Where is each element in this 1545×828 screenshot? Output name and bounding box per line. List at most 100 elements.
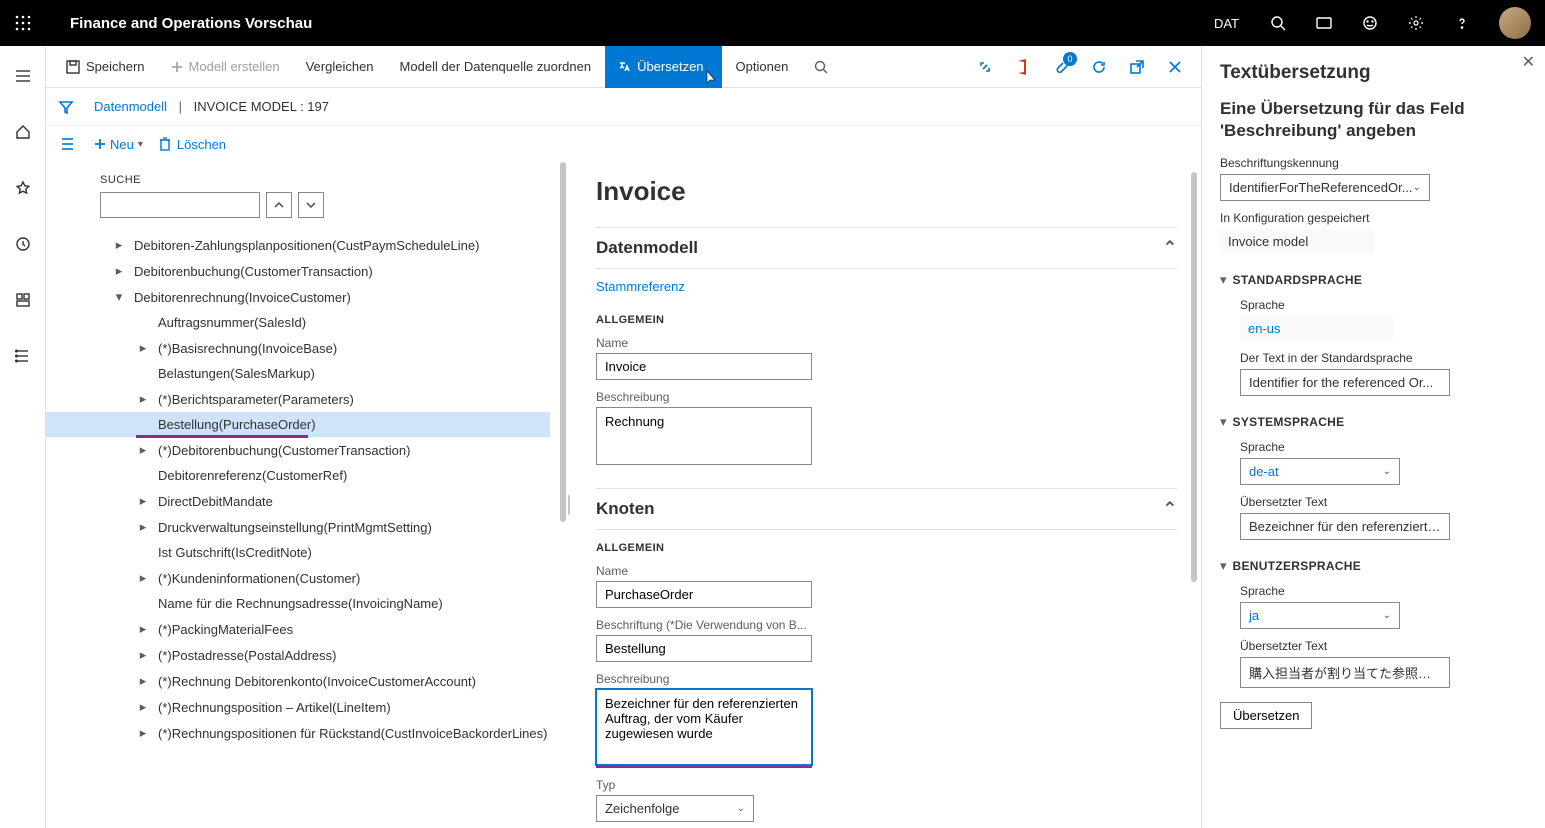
close-icon[interactable] (1157, 46, 1193, 88)
tree-item[interactable]: ▸(*)PackingMaterialFees (100, 616, 550, 642)
konfig-value: Invoice model (1220, 229, 1374, 254)
refresh-icon[interactable] (1081, 46, 1117, 88)
workspaces-icon[interactable] (0, 282, 46, 318)
tree-item-label: Ist Gutschrift(IsCreditNote) (158, 545, 312, 560)
feedback-icon[interactable] (1347, 0, 1393, 46)
hamburger-icon[interactable] (0, 58, 46, 94)
popout-icon[interactable] (1119, 46, 1155, 88)
chevron-down-icon: ⌄ (737, 803, 745, 814)
list-icon[interactable] (58, 137, 74, 151)
sys-text-input[interactable]: Bezeichner für den referenzierte... (1240, 513, 1450, 540)
tree-item[interactable]: ▾Debitorenrechnung(InvoiceCustomer) (100, 284, 550, 310)
std-lang-value[interactable]: en-us (1240, 316, 1394, 341)
translate-icon (617, 60, 631, 74)
tree-item[interactable]: ▸Druckverwaltungseinstellung(PrintMgmtSe… (100, 514, 550, 540)
close-panel-icon[interactable]: ✕ (1522, 52, 1535, 72)
options-button[interactable]: Optionen (724, 46, 801, 88)
beschreibung-input[interactable] (596, 407, 812, 465)
tree-item[interactable]: ▸Debitorenbuchung(CustomerTransaction) (100, 258, 550, 284)
create-model-button[interactable]: Modell erstellen (159, 46, 292, 88)
tree-item-label: (*)Rechnungspositionen für Rückstand(Cus… (158, 726, 547, 741)
sys-lang-select[interactable]: de-at⌄ (1240, 458, 1400, 485)
ben-lang-select[interactable]: ja⌄ (1240, 602, 1400, 629)
recent-icon[interactable] (0, 226, 46, 262)
tree-item[interactable]: ▸(*)Rechnungspositionen für Rückstand(Cu… (100, 720, 550, 746)
tree-item[interactable]: Debitorenreferenz(CustomerRef) (100, 463, 550, 488)
help-icon[interactable] (1439, 0, 1485, 46)
tree-item[interactable]: ▸DirectDebitMandate (100, 488, 550, 514)
search-input[interactable] (100, 192, 260, 218)
tree-item[interactable]: Ist Gutschrift(IsCreditNote) (100, 540, 550, 565)
tree-item[interactable]: Name für die Rechnungsadresse(InvoicingN… (100, 591, 550, 616)
tree-item[interactable]: ▸(*)Berichtsparameter(Parameters) (100, 386, 550, 412)
office-icon[interactable] (1005, 46, 1041, 88)
search-up-button[interactable] (266, 192, 292, 218)
search-down-button[interactable] (298, 192, 324, 218)
map-model-button[interactable]: Modell der Datenquelle zuordnen (388, 46, 604, 88)
chevron-up-icon: ⌃ (1163, 499, 1177, 519)
std-text-input[interactable]: Identifier for the referenced Or... (1240, 369, 1450, 396)
tree-item-label: Name für die Rechnungsadresse(InvoicingN… (158, 596, 443, 611)
knoten-name-input[interactable] (596, 581, 812, 608)
section-knoten[interactable]: Knoten ⌃ (596, 488, 1177, 530)
tree-item[interactable]: Bestellung(PurchaseOrder) (46, 412, 550, 437)
tree-item[interactable]: ▸(*)Rechnungsposition – Artikel(LineItem… (100, 694, 550, 720)
plus-icon (171, 61, 183, 73)
uebersetzen-button[interactable]: Übersetzen (1220, 702, 1312, 729)
typ-select[interactable]: Zeichenfolge⌄ (596, 795, 754, 822)
tree-caret-icon: ▸ (136, 699, 150, 715)
std-sprache-section[interactable]: ▾STANDARDSPRACHE (1220, 272, 1527, 288)
compare-button[interactable]: Vergleichen (294, 46, 386, 88)
tree-item[interactable]: ▸(*)Debitorenbuchung(CustomerTransaction… (100, 437, 550, 463)
name-label: Name (596, 336, 1177, 350)
favorites-icon[interactable] (0, 170, 46, 206)
app-launcher-icon[interactable] (0, 0, 46, 46)
new-button[interactable]: Neu▾ (94, 137, 143, 152)
tree-item[interactable]: ▸(*)Kundeninformationen(Customer) (100, 565, 550, 591)
scrollbar[interactable] (1191, 172, 1197, 582)
name-input[interactable] (596, 353, 812, 380)
tree-caret-icon: ▸ (136, 673, 150, 689)
tree-item[interactable]: ▸Debitoren-Zahlungsplanpositionen(CustPa… (100, 232, 550, 258)
attach-icon[interactable]: 0 (1043, 46, 1079, 88)
typ-label: Typ (596, 778, 1177, 792)
panel-subtitle: Eine Übersetzung für das Feld 'Beschreib… (1220, 98, 1527, 142)
home-icon[interactable] (0, 114, 46, 150)
delete-button[interactable]: Löschen (159, 137, 226, 152)
breadcrumb-root[interactable]: Datenmodell (94, 99, 167, 114)
tree-caret-icon: ▸ (136, 621, 150, 637)
tree-item[interactable]: Belastungen(SalesMarkup) (100, 361, 550, 386)
search-icon[interactable] (1255, 0, 1301, 46)
sys-sprache-section[interactable]: ▾SYSTEMSPRACHE (1220, 414, 1527, 430)
tree-item[interactable]: Auftragsnummer(SalesId) (100, 310, 550, 335)
tree-caret-icon: ▸ (112, 263, 126, 279)
action-row: Neu▾ Löschen (46, 126, 1201, 162)
save-button[interactable]: Speichern (54, 46, 157, 88)
tree-item[interactable]: ▸(*)Postadresse(PostalAddress) (100, 642, 550, 668)
link-icon[interactable] (967, 46, 1003, 88)
tree-item-label: Auftragsnummer(SalesId) (158, 315, 306, 330)
knoten-beschriftung-input[interactable] (596, 635, 812, 662)
translate-button[interactable]: Übersetzen (605, 46, 721, 88)
knoten-name-label: Name (596, 564, 1177, 578)
settings-icon[interactable] (1393, 0, 1439, 46)
stammreferenz-link[interactable]: Stammreferenz (596, 269, 1177, 302)
filter-icon[interactable] (58, 99, 74, 115)
chat-icon[interactable] (1301, 0, 1347, 46)
tree-item-label: Debitorenrechnung(InvoiceCustomer) (134, 290, 351, 305)
environment-label[interactable]: DAT (1206, 16, 1247, 31)
ben-sprache-section[interactable]: ▾BENUTZERSPRACHE (1220, 558, 1527, 574)
tree-item-label: (*)Berichtsparameter(Parameters) (158, 392, 354, 407)
knoten-beschreibung-input[interactable] (596, 689, 812, 765)
tree-item[interactable]: ▸(*)Basisrechnung(InvoiceBase) (100, 335, 550, 361)
tree-item-label: Druckverwaltungseinstellung(PrintMgmtSet… (158, 520, 432, 535)
section-datenmodell[interactable]: Datenmodell ⌃ (596, 227, 1177, 269)
ben-text-input[interactable]: 購入担当者が割り当てた参照オ... (1240, 657, 1450, 688)
tree-caret-icon: ▸ (136, 442, 150, 458)
modules-icon[interactable] (0, 338, 46, 374)
kennung-select[interactable]: IdentifierForTheReferencedOr...⌄ (1220, 174, 1430, 201)
user-avatar[interactable] (1499, 7, 1531, 39)
tree-caret-icon: ▸ (136, 647, 150, 663)
search-button[interactable] (802, 46, 840, 88)
tree-item[interactable]: ▸(*)Rechnung Debitorenkonto(InvoiceCusto… (100, 668, 550, 694)
